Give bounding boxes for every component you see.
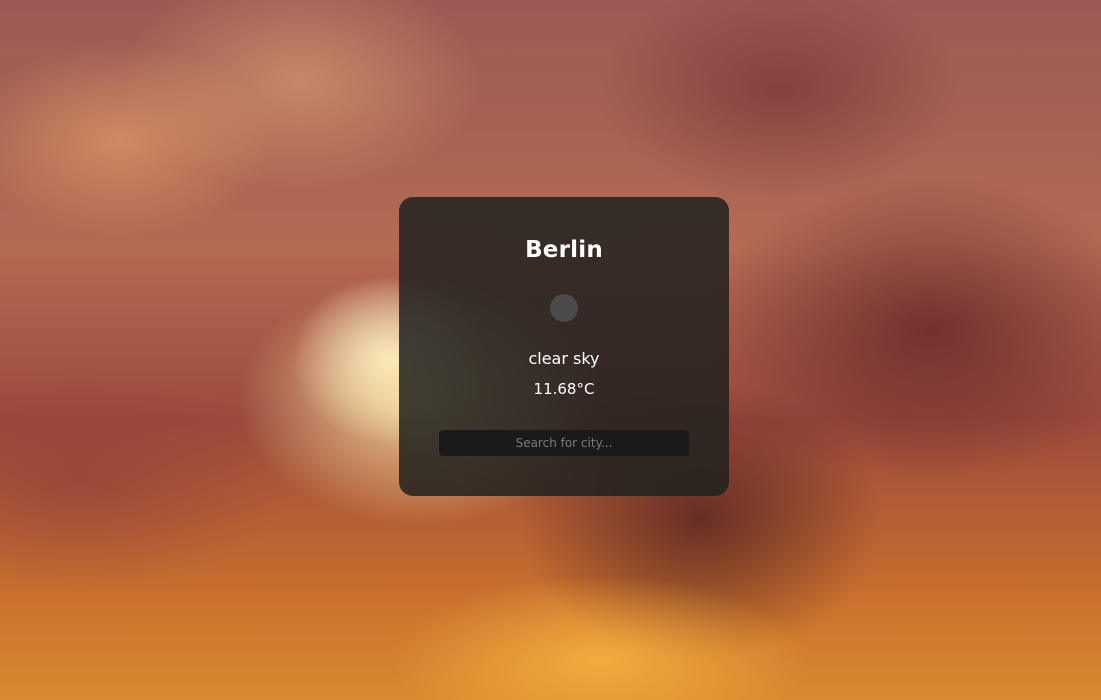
city-search-input[interactable] [439, 430, 689, 456]
weather-description: clear sky [528, 349, 600, 368]
weather-icon [550, 294, 578, 322]
weather-card: Berlin clear sky 11.68°C [399, 197, 729, 496]
temperature: 11.68°C [533, 380, 595, 398]
city-name: Berlin [525, 237, 603, 263]
